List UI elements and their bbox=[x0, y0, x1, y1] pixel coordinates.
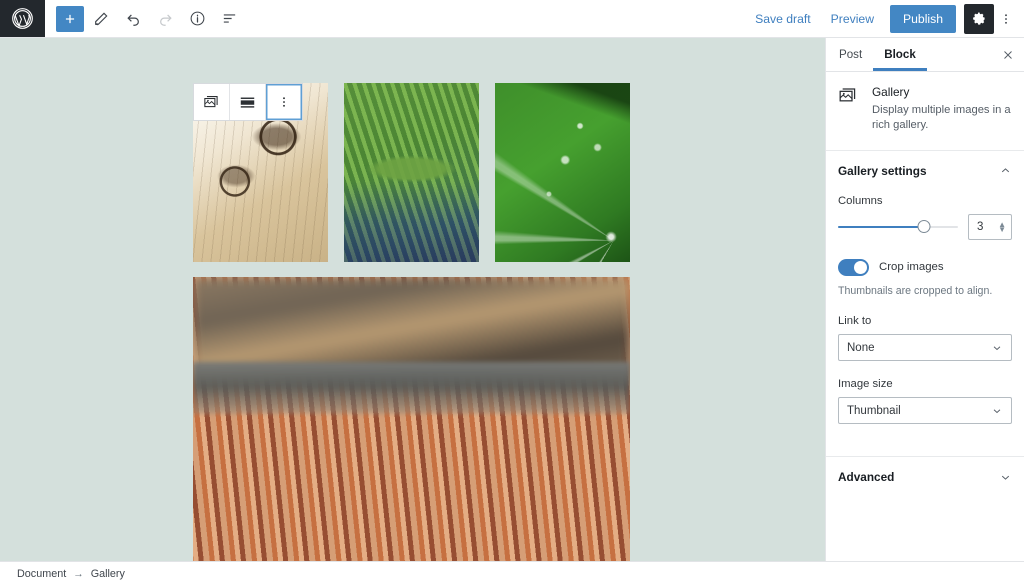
redo-button[interactable] bbox=[150, 4, 180, 34]
close-sidebar-button[interactable] bbox=[994, 41, 1022, 69]
wordpress-logo-icon[interactable] bbox=[0, 0, 45, 37]
gallery-settings-panel-header[interactable]: Gallery settings bbox=[826, 151, 1024, 191]
content-info-button[interactable] bbox=[182, 4, 212, 34]
chevron-down-icon bbox=[991, 405, 1003, 417]
settings-sidebar-toggle[interactable] bbox=[964, 3, 994, 34]
editor-body: Post Block Gallery Display multiple imag… bbox=[0, 38, 1024, 561]
crop-images-control: Crop images bbox=[838, 258, 1012, 276]
columns-number-input[interactable]: 3 ▲ ▼ bbox=[968, 213, 1012, 240]
chevron-down-icon bbox=[991, 342, 1003, 354]
settings-sidebar: Post Block Gallery Display multiple imag… bbox=[825, 38, 1024, 561]
block-navigation-button[interactable] bbox=[214, 4, 244, 34]
editor-canvas[interactable] bbox=[0, 38, 825, 561]
link-to-value: None bbox=[847, 341, 875, 354]
advanced-panel-header[interactable]: Advanced bbox=[826, 457, 1024, 497]
selected-block-card: Gallery Display multiple images in a ric… bbox=[826, 72, 1024, 151]
image-size-value: Thumbnail bbox=[847, 404, 901, 417]
image-size-select[interactable]: Thumbnail bbox=[838, 397, 1012, 425]
breadcrumb-gallery[interactable]: Gallery bbox=[91, 568, 125, 580]
undo-button[interactable] bbox=[118, 4, 148, 34]
chevron-up-icon bbox=[999, 164, 1012, 177]
link-to-select[interactable]: None bbox=[838, 334, 1012, 362]
gallery-block[interactable] bbox=[193, 38, 630, 262]
block-card-title: Gallery bbox=[872, 85, 910, 99]
save-draft-button[interactable]: Save draft bbox=[745, 6, 821, 32]
header-tools bbox=[45, 0, 244, 37]
gallery-icon bbox=[838, 85, 862, 134]
columns-control: 3 ▲ ▼ bbox=[838, 213, 1012, 240]
link-to-group: Link to None bbox=[838, 315, 1012, 362]
link-to-label: Link to bbox=[838, 315, 872, 328]
gallery-settings-title: Gallery settings bbox=[838, 163, 927, 178]
editor-header: Save draft Preview Publish bbox=[0, 0, 1024, 38]
breadcrumb-document[interactable]: Document bbox=[17, 568, 66, 580]
chevron-down-icon bbox=[999, 471, 1012, 484]
image-size-group: Image size Thumbnail bbox=[838, 378, 1012, 425]
columns-label: Columns bbox=[838, 194, 883, 207]
change-alignment-button[interactable] bbox=[230, 84, 266, 120]
number-stepper-icon[interactable]: ▲ ▼ bbox=[998, 220, 1011, 233]
header-actions: Save draft Preview Publish bbox=[745, 0, 1024, 37]
block-toolbar bbox=[193, 83, 303, 121]
block-card-description: Display multiple images in a rich galler… bbox=[872, 104, 1011, 132]
gallery-image-bark[interactable] bbox=[193, 277, 630, 561]
add-block-button[interactable] bbox=[56, 5, 84, 32]
tab-post[interactable]: Post bbox=[828, 38, 873, 71]
editor-footer: Document → Gallery bbox=[0, 561, 1024, 585]
gallery-settings-panel-body: Columns 3 ▲ ▼ Crop images Thumbnails are… bbox=[826, 191, 1024, 440]
advanced-title: Advanced bbox=[838, 470, 895, 485]
editor-more-options-button[interactable] bbox=[994, 4, 1018, 34]
columns-slider[interactable] bbox=[838, 219, 958, 235]
crop-images-help-text: Thumbnails are cropped to align. bbox=[838, 284, 993, 297]
sidebar-tabs: Post Block bbox=[826, 38, 1024, 72]
preview-button[interactable]: Preview bbox=[821, 6, 884, 32]
breadcrumb-separator: → bbox=[73, 567, 84, 580]
gallery-image-fern[interactable] bbox=[344, 83, 479, 262]
columns-value: 3 bbox=[977, 220, 984, 233]
crop-images-toggle[interactable] bbox=[838, 258, 869, 276]
gallery-image-leaf[interactable] bbox=[495, 83, 630, 262]
toggle-knob bbox=[854, 260, 867, 274]
publish-button[interactable]: Publish bbox=[890, 4, 956, 33]
slider-fill bbox=[838, 225, 925, 228]
crop-images-label: Crop images bbox=[879, 261, 944, 274]
block-more-options-button[interactable] bbox=[266, 84, 302, 120]
slider-thumb[interactable] bbox=[917, 220, 931, 234]
tab-block[interactable]: Block bbox=[873, 38, 927, 71]
image-size-label: Image size bbox=[838, 378, 893, 391]
change-block-type-button[interactable] bbox=[194, 84, 230, 120]
edit-mode-button[interactable] bbox=[86, 4, 116, 34]
wordpress-block-editor: Save draft Preview Publish Post Block Ga… bbox=[0, 0, 1024, 585]
